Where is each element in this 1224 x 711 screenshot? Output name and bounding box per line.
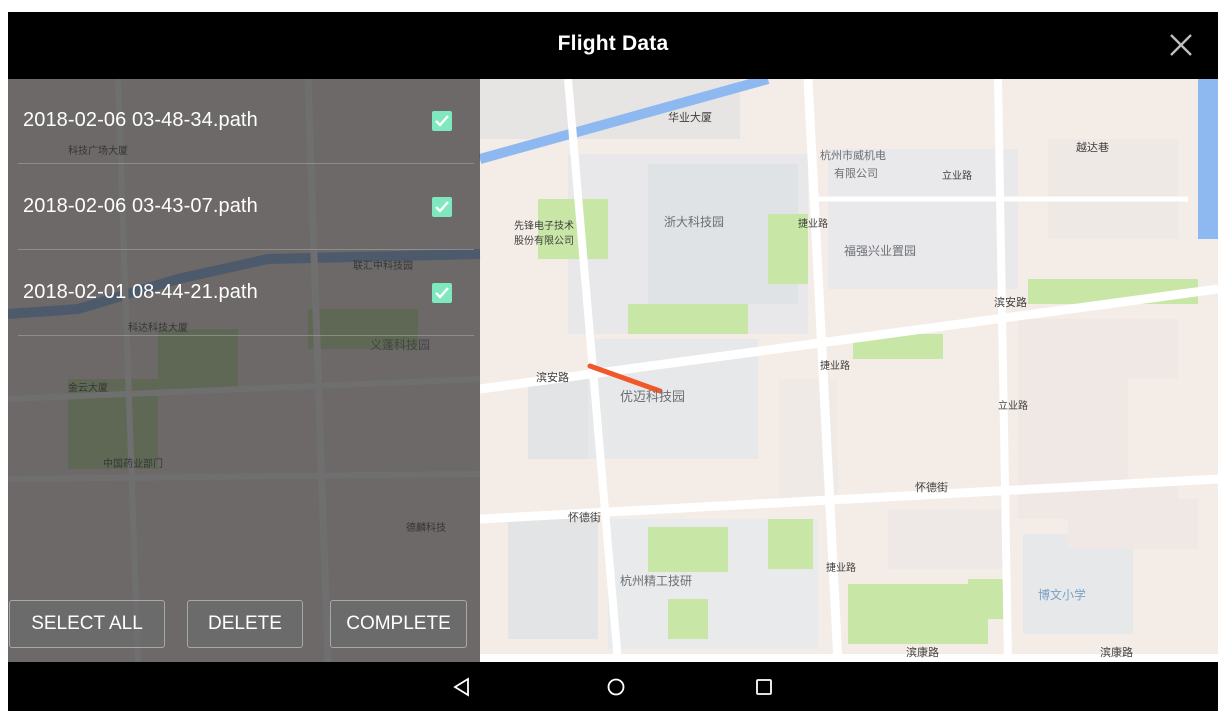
app-screen: Flight Data 华业大厦 杭州市威机电 有限公司 越达巷 先锋电子技术 … <box>8 12 1218 711</box>
file-checkbox[interactable] <box>432 111 452 131</box>
map-label: 怀德街 <box>915 480 948 494</box>
map-label: 滨康路 <box>906 645 939 659</box>
map-label: 福强兴业置园 <box>844 243 916 258</box>
file-list-item[interactable]: 2018-02-06 03-43-07.path <box>8 165 474 249</box>
file-list-panel: 2018-02-06 03-48-34.path 2018-02-06 03-43… <box>8 79 480 662</box>
file-list-item[interactable]: 2018-02-06 03-48-34.path <box>8 79 474 163</box>
title-bar: Flight Data <box>8 12 1218 79</box>
main-content: 华业大厦杭州市威机电 有限公司 越达巷先锋电子技术 股份有限公司 浙大科技园福强兴业置园… <box>8 79 1218 662</box>
row-divider <box>18 249 474 250</box>
row-divider <box>18 335 474 336</box>
row-divider <box>18 163 474 164</box>
back-icon[interactable] <box>451 676 473 698</box>
home-icon[interactable] <box>605 676 627 698</box>
map-label: 华业大厦 <box>668 110 712 124</box>
map-label: 博文小学 <box>1038 587 1086 602</box>
map-label: 滨康路 <box>1100 645 1133 659</box>
map-label: 捷业路 <box>798 217 828 230</box>
file-name-label: 2018-02-06 03-48-34.path <box>23 109 258 131</box>
map-label: 立业路 <box>998 399 1028 412</box>
map-label: 怀德街 <box>568 510 601 524</box>
map-label: 优迈科技园 <box>620 390 685 405</box>
map-label: 滨安路 <box>994 295 1027 309</box>
map-label: 捷业路 <box>826 561 856 574</box>
page-title: Flight Data <box>557 32 669 55</box>
system-navigation-bar <box>8 662 1218 711</box>
map-label: 越达巷 <box>1076 140 1109 154</box>
map-label: 有限公司 <box>834 166 878 180</box>
recents-icon[interactable] <box>753 676 775 698</box>
map-label: 立业路 <box>942 169 972 182</box>
map-label: 杭州精工技研 <box>620 573 692 588</box>
map-label: 滨安路 <box>536 370 569 384</box>
complete-button[interactable]: COMPLETE <box>330 600 467 648</box>
map-label: 浙大科技园 <box>664 215 724 229</box>
map-label: 捷业路 <box>820 359 850 372</box>
select-all-button[interactable]: SELECT ALL <box>9 600 165 648</box>
file-checkbox[interactable] <box>432 197 452 217</box>
close-icon[interactable] <box>1166 30 1196 60</box>
map-label: 杭州市威机电 <box>820 148 886 162</box>
file-name-label: 2018-02-01 08-44-21.path <box>23 281 258 303</box>
file-checkbox[interactable] <box>432 283 452 303</box>
map-label: 先锋电子技术 <box>514 219 574 232</box>
delete-button[interactable]: DELETE <box>187 600 303 648</box>
file-name-label: 2018-02-06 03-43-07.path <box>23 195 258 217</box>
map-label: 股份有限公司 <box>514 234 574 247</box>
file-list-item[interactable]: 2018-02-01 08-44-21.path <box>8 251 474 335</box>
